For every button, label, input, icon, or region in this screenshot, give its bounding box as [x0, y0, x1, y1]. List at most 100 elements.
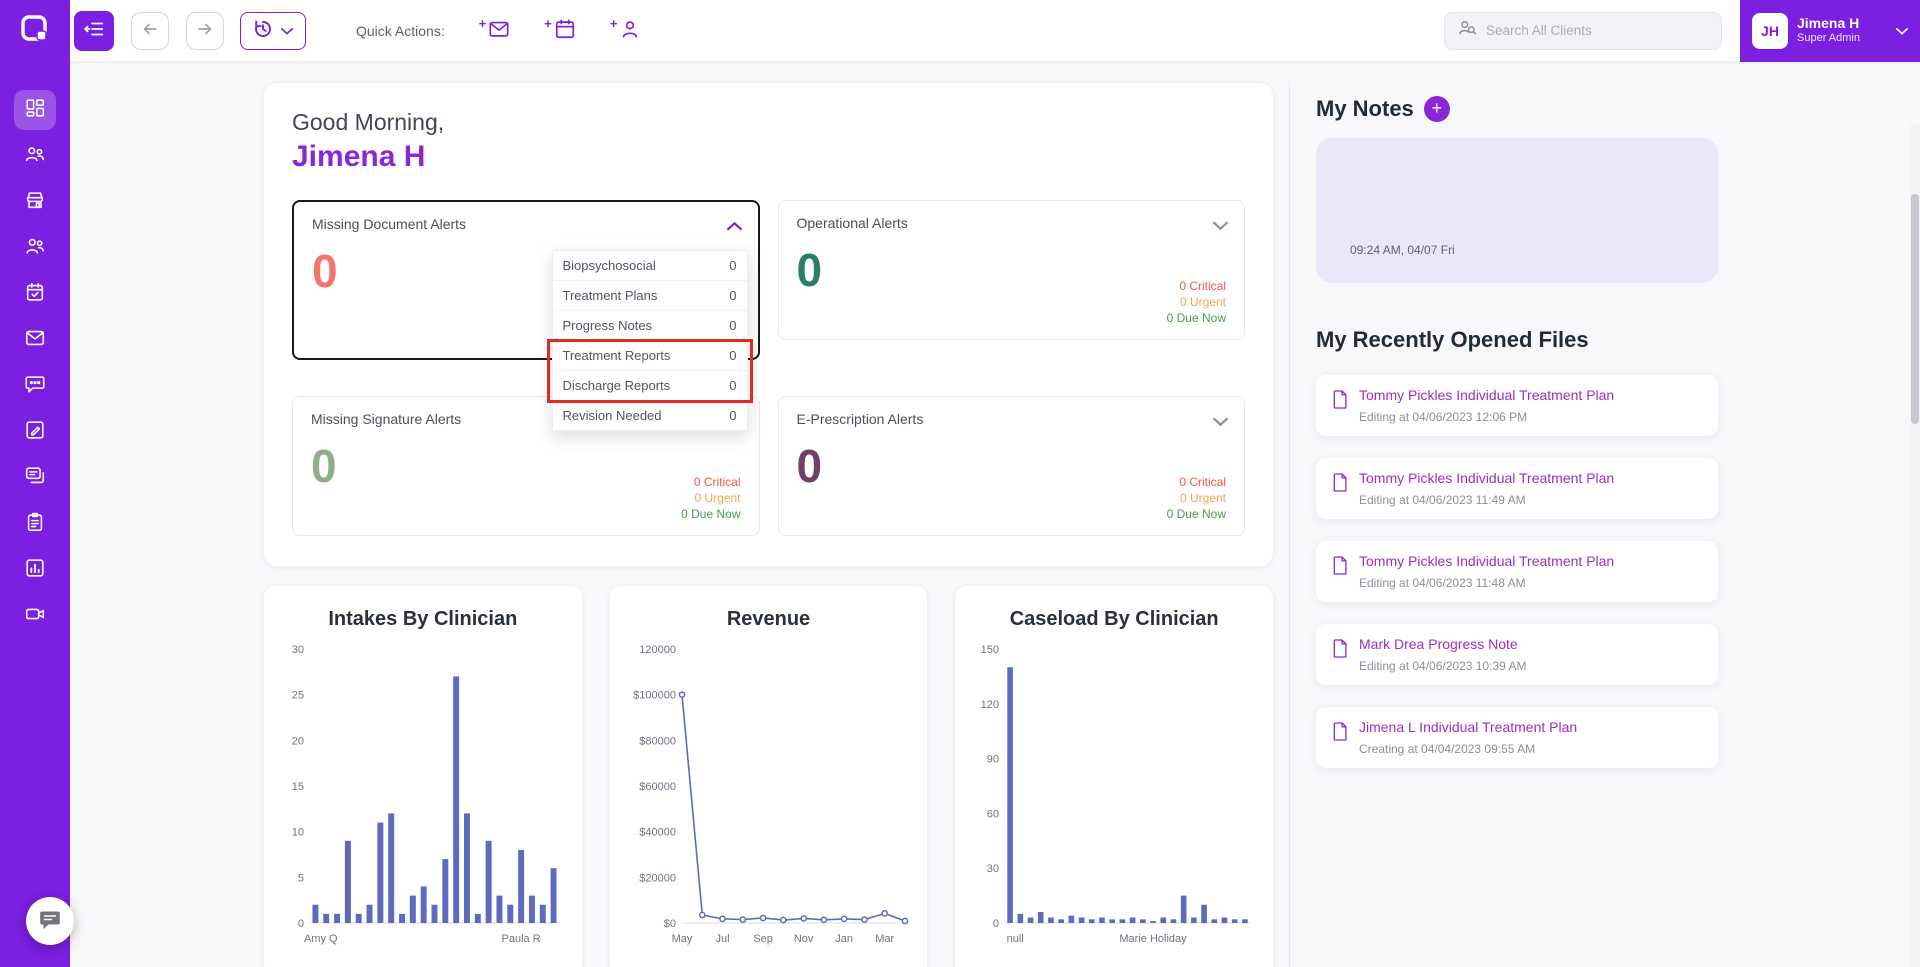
file-title[interactable]: Mark Drea Progress Note: [1359, 636, 1526, 652]
recent-file-item[interactable]: Tommy Pickles Individual Treatment Plan …: [1316, 458, 1718, 519]
sidebar-item-telehealth[interactable]: [14, 596, 56, 636]
mail-plus-icon: [488, 18, 510, 43]
sidebar-item-notes[interactable]: [14, 412, 56, 452]
app-logo[interactable]: [0, 0, 70, 62]
recent-file-item[interactable]: Tommy Pickles Individual Treatment Plan …: [1316, 541, 1718, 602]
people-icon: [24, 235, 46, 262]
svg-text:Jul: Jul: [715, 933, 729, 945]
sidebar-item-dashboard[interactable]: [14, 90, 56, 130]
recent-file-item[interactable]: Jimena L Individual Treatment Plan Creat…: [1316, 707, 1718, 768]
greeting-username: Jimena H: [292, 140, 426, 173]
file-title[interactable]: Tommy Pickles Individual Treatment Plan: [1359, 387, 1614, 403]
missing-document-alerts-card[interactable]: Missing Document Alerts 0 Biopsychosocia…: [292, 200, 760, 432]
file-meta: Tommy Pickles Individual Treatment Plan …: [1359, 470, 1614, 507]
new-message-button[interactable]: +: [479, 17, 511, 43]
urgent-stat: 0 Urgent: [1179, 295, 1226, 309]
add-note-button[interactable]: +: [1423, 96, 1450, 122]
svg-text:10: 10: [292, 827, 304, 839]
sidebar-collapse-button[interactable]: [74, 10, 114, 51]
file-title[interactable]: Tommy Pickles Individual Treatment Plan: [1359, 553, 1614, 569]
plus-icon: +: [1431, 98, 1443, 118]
sidebar-item-contacts[interactable]: [14, 228, 56, 268]
revenue-chart: $0 $20000 $40000 $60000 $80000 $100000 120000 M…: [626, 639, 913, 954]
svg-text:0: 0: [993, 918, 999, 930]
dropdown-item-progress-notes[interactable]: Progress Notes 0: [552, 311, 747, 341]
caseload-by-clinician-chart: 0 30 60 90 120 150 null Marie Holiday: [971, 639, 1258, 954]
note-card[interactable]: 09:24 AM, 04/07 Fri: [1316, 138, 1718, 283]
dropdown-item-value: 0: [729, 408, 737, 423]
sidebar-item-forum[interactable]: [14, 458, 56, 498]
user-menu[interactable]: JH Jimena H Super Admin: [1740, 0, 1920, 62]
person-plus-icon: [619, 18, 641, 43]
revenue-chart-card: Revenue $0 $20000 $40000 $60000 $80000 $10000…: [608, 585, 929, 967]
greeting-card: Good Morning, Jimena H Missing Document …: [263, 82, 1274, 567]
file-title[interactable]: Tommy Pickles Individual Treatment Plan: [1359, 470, 1614, 486]
svg-text:90: 90: [987, 754, 999, 766]
dropdown-item-biopsychosocial[interactable]: Biopsychosocial 0: [552, 251, 747, 281]
file-title[interactable]: Jimena L Individual Treatment Plan: [1359, 719, 1577, 735]
greeting-salutation: Good Morning,: [292, 109, 445, 135]
search-input[interactable]: [1486, 23, 1709, 38]
svg-text:$40000: $40000: [639, 827, 676, 839]
sidebar-item-messages[interactable]: [14, 366, 56, 406]
person-search-icon: [1457, 18, 1478, 44]
charts-row: Intakes By Clinician 0 5 10 15 20 25 30 Amy Q Pa…: [263, 585, 1275, 967]
sidebar-item-practice[interactable]: [14, 182, 56, 222]
chart-title: Revenue: [726, 608, 811, 630]
critical-stat: 0 Critical: [693, 475, 741, 489]
svg-text:Jan: Jan: [835, 933, 853, 945]
content: Good Morning, Jimena H Missing Document …: [70, 62, 1920, 967]
chevron-down-icon: [1896, 22, 1908, 40]
file-meta: Tommy Pickles Individual Treatment Plan …: [1359, 387, 1614, 424]
sidebar-item-tasks[interactable]: [14, 504, 56, 544]
right-panel: My Notes + 09:24 AM, 04/07 Fri My Recent…: [1316, 82, 1718, 967]
operational-alerts-card[interactable]: Operational Alerts 0 0 Critical 0 Urgent…: [777, 200, 1245, 340]
dropdown-item-revision-needed[interactable]: Revision Needed 0: [552, 401, 747, 431]
chevron-down-icon[interactable]: [1213, 413, 1228, 431]
file-subtitle: Editing at 04/06/2023 12:06 PM: [1359, 410, 1528, 424]
arrow-left-icon: [140, 19, 160, 42]
scrollbar-track[interactable]: [1910, 124, 1920, 967]
recent-file-item[interactable]: Mark Drea Progress Note Editing at 04/06…: [1316, 624, 1718, 685]
sidebar-item-mail[interactable]: [14, 320, 56, 360]
svg-text:Nov: Nov: [794, 933, 814, 945]
sidebar-item-appointments[interactable]: [14, 274, 56, 314]
sidebar-item-reports[interactable]: [14, 550, 56, 590]
file-meta: Mark Drea Progress Note Editing at 04/06…: [1359, 636, 1526, 673]
e-prescription-alerts-card[interactable]: E-Prescription Alerts 0 0 Critical 0 Urg…: [777, 396, 1245, 536]
new-appointment-button[interactable]: +: [544, 17, 576, 43]
svg-text:May: May: [671, 933, 692, 945]
user-role: Super Admin: [1797, 32, 1860, 45]
dropdown-item-treatment-reports[interactable]: Treatment Reports 0: [552, 341, 747, 371]
document-icon: [1332, 472, 1349, 507]
back-button[interactable]: [131, 11, 169, 50]
svg-text:$20000: $20000: [639, 872, 676, 884]
alert-title: E-Prescription Alerts: [796, 411, 924, 427]
main-area: Quick Actions: + + + JH Jimena H: [70, 0, 1920, 967]
svg-text:$80000: $80000: [639, 735, 676, 747]
due-now-stat: 0 Due Now: [681, 507, 741, 521]
plus-icon: +: [609, 16, 618, 31]
compose-note-icon: [24, 419, 46, 446]
dropdown-item-label: Revision Needed: [562, 408, 662, 423]
recent-file-item[interactable]: Tommy Pickles Individual Treatment Plan …: [1316, 375, 1718, 436]
critical-stat: 0 Critical: [1179, 475, 1226, 489]
chevron-up-icon[interactable]: [726, 218, 742, 236]
chevron-down-icon[interactable]: [1213, 217, 1228, 235]
user-name: Jimena H: [1797, 14, 1860, 31]
dropdown-item-discharge-reports[interactable]: Discharge Reports 0: [552, 371, 747, 401]
alert-stats: 0 Critical 0 Urgent 0 Due Now: [1167, 279, 1226, 325]
support-chat-button[interactable]: [26, 897, 74, 945]
new-client-button[interactable]: +: [609, 16, 642, 43]
topbar: Quick Actions: + + + JH Jimena H: [70, 0, 1920, 62]
alert-count: 0: [796, 244, 823, 296]
clipboard-list-icon: [24, 511, 46, 538]
file-meta: Tommy Pickles Individual Treatment Plan …: [1359, 553, 1614, 590]
dropdown-item-treatment-plans[interactable]: Treatment Plans 0: [552, 281, 747, 311]
sidebar-item-clients[interactable]: [14, 136, 56, 176]
dropdown-item-value: 0: [729, 288, 737, 303]
search-clients-field[interactable]: [1444, 11, 1722, 50]
history-dropdown-button[interactable]: [240, 11, 306, 50]
scrollbar-thumb[interactable]: [1911, 194, 1919, 424]
forward-button[interactable]: [186, 11, 224, 50]
